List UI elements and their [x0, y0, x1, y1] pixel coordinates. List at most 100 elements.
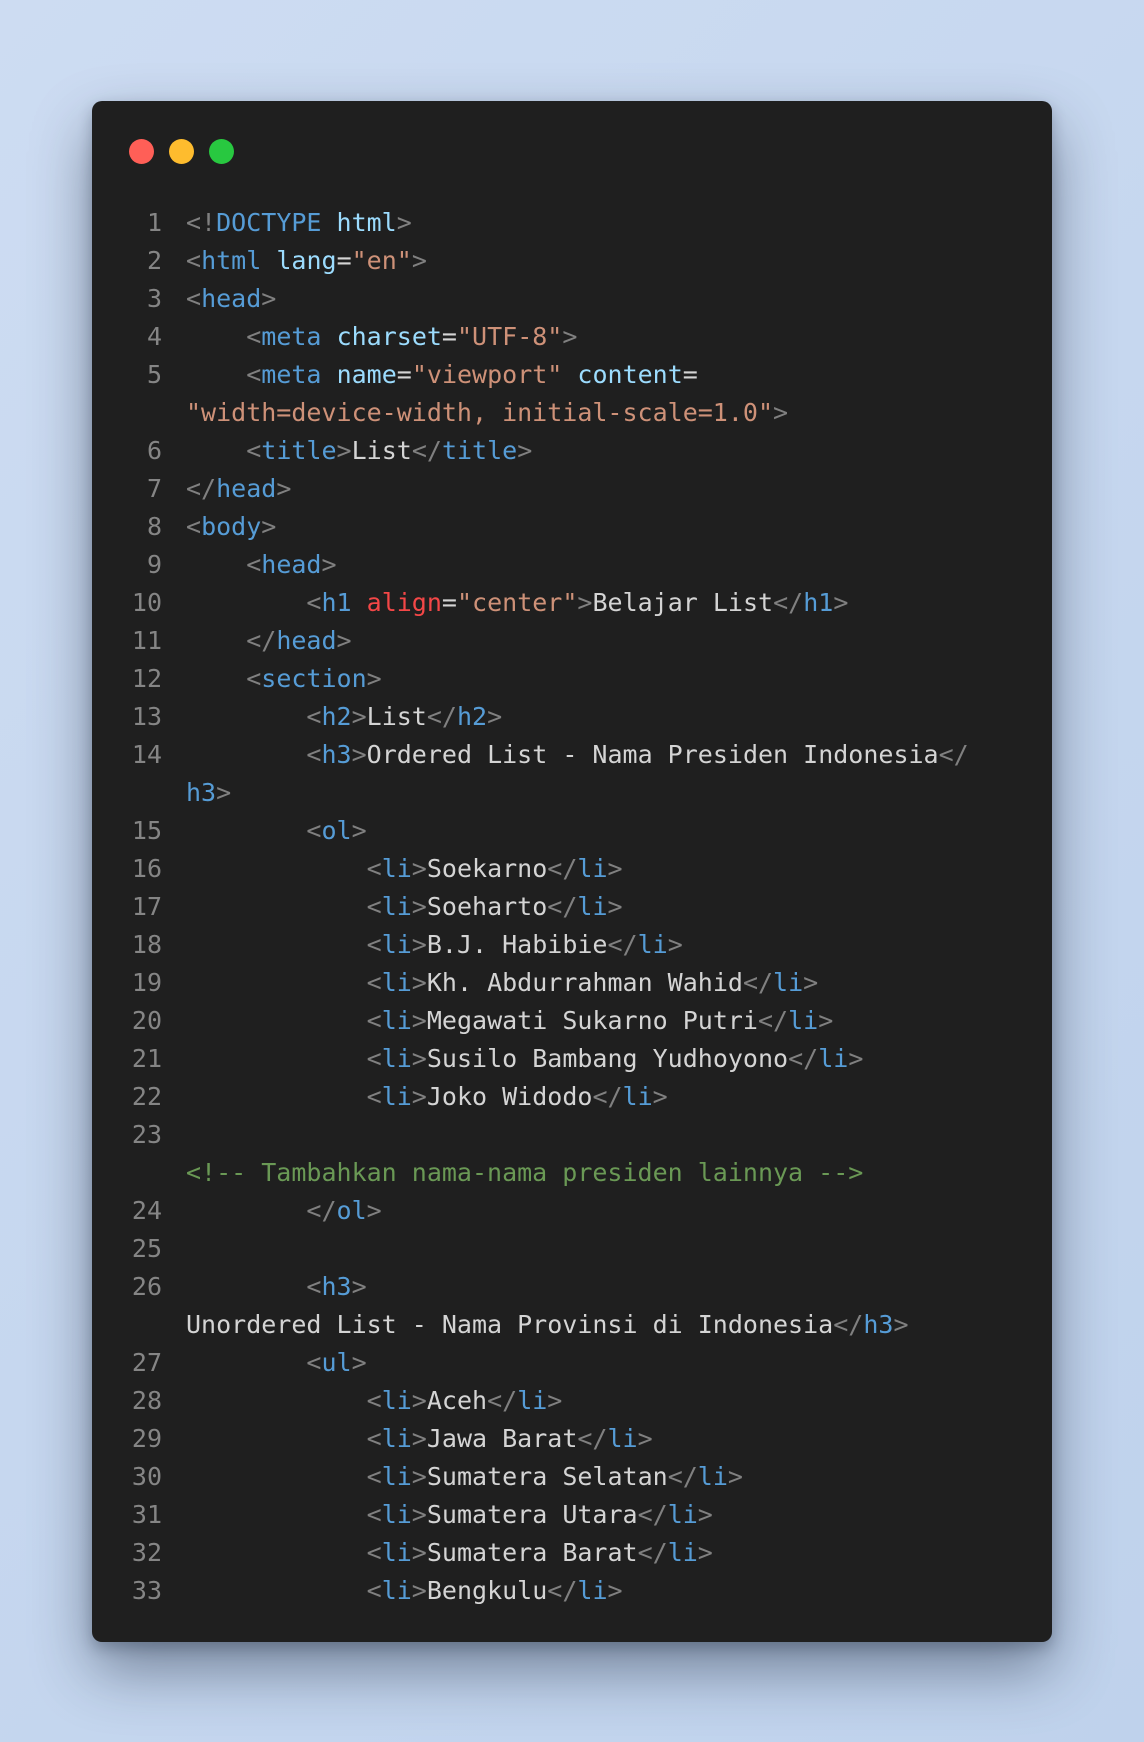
code-token: </	[426, 702, 457, 731]
code-token: Jawa Barat	[426, 1424, 578, 1453]
code-token: </	[607, 930, 638, 959]
code-token: li	[381, 1500, 412, 1529]
code-token: <	[306, 588, 322, 617]
line-number: 32	[131, 1538, 162, 1567]
code-token: h3	[186, 778, 217, 807]
code-token: li	[773, 968, 804, 997]
code-token: "center"	[456, 588, 578, 617]
code-token: List	[366, 702, 427, 731]
code-token: html	[336, 208, 397, 237]
code-token: <	[246, 550, 262, 579]
code-token: body	[201, 512, 262, 541]
code-token: >	[351, 816, 367, 845]
minimize-dot-icon[interactable]	[169, 139, 194, 164]
code-window: 1 <!DOCTYPE html> 2 <html lang="en"> 3 <head>…	[92, 101, 1052, 1642]
maximize-dot-icon[interactable]	[209, 139, 234, 164]
code-token: <	[306, 740, 322, 769]
code-line: 5 <meta name="viewport" content=	[92, 356, 1052, 394]
code-token: h2	[321, 702, 352, 731]
code-token: >	[411, 892, 427, 921]
code-token: h3	[863, 1310, 894, 1339]
code-token: >	[411, 1006, 427, 1035]
line-number	[92, 774, 162, 812]
code-token: li	[667, 1500, 698, 1529]
code-token: <	[246, 436, 262, 465]
code-line: h3>	[92, 774, 1052, 812]
code-line: 28 <li>Aceh</li>	[92, 1382, 1052, 1420]
code-line: 11 </head>	[92, 622, 1052, 660]
code-line: 1 <!DOCTYPE html>	[92, 204, 1052, 242]
line-text: <section>	[186, 660, 381, 698]
code-line: "width=device-width, initial-scale=1.0">	[92, 394, 1052, 432]
line-number: 8	[146, 512, 162, 541]
code-line: 21 <li>Susilo Bambang Yudhoyono</li>	[92, 1040, 1052, 1078]
code-token: li	[381, 1006, 412, 1035]
code-token: <	[306, 1272, 322, 1301]
line-number: 21	[131, 1044, 162, 1073]
code-token: >	[803, 968, 819, 997]
code-token: <!	[186, 208, 217, 237]
line-text: <li>B.J. Habibie</li>	[186, 926, 683, 964]
code-token: >	[411, 1576, 427, 1605]
line-text: "width=device-width, initial-scale=1.0">	[186, 394, 788, 432]
line-number: 11	[131, 626, 162, 655]
line-text: <h3>	[186, 1268, 366, 1306]
code-token: h3	[321, 740, 352, 769]
line-number	[92, 1306, 162, 1344]
code-token: >	[321, 550, 337, 579]
code-token: li	[818, 1044, 849, 1073]
close-dot-icon[interactable]	[129, 139, 154, 164]
code-line: 3 <head>	[92, 280, 1052, 318]
code-token: ul	[321, 1348, 352, 1377]
code-token: align	[366, 588, 442, 617]
code-token: <	[366, 1006, 382, 1035]
code-line: 20 <li>Megawati Sukarno Putri</li>	[92, 1002, 1052, 1040]
line-text: </ol>	[186, 1192, 382, 1230]
code-token: "UTF-8"	[456, 322, 563, 351]
code-line: 31 <li>Sumatera Utara</li>	[92, 1496, 1052, 1534]
code-token: <	[306, 702, 322, 731]
line-number: 2	[146, 246, 162, 275]
line-text: </head>	[186, 622, 351, 660]
code-token: head	[216, 474, 277, 503]
code-token: >	[396, 208, 412, 237]
code-token: Aceh	[426, 1386, 488, 1415]
code-token: >	[411, 1462, 427, 1491]
code-token: =	[396, 360, 412, 389]
code-token: >	[261, 512, 277, 541]
code-token: li	[577, 854, 608, 883]
code-token: li	[788, 1006, 819, 1035]
line-number: 9	[146, 550, 162, 579]
line-text: <li>Megawati Sukarno Putri</li>	[186, 1002, 834, 1040]
code-line: 2 <html lang="en">	[92, 242, 1052, 280]
code-token: >	[366, 1196, 382, 1225]
line-number: 1	[146, 208, 162, 237]
code-token: >	[411, 1044, 427, 1073]
line-text: <meta name="viewport" content=	[186, 356, 698, 394]
code-token: h2	[456, 702, 488, 731]
code-line: 18 <li>B.J. Habibie</li>	[92, 926, 1052, 964]
code-token: Unordered List - Nama Provinsi di Indone…	[186, 1310, 834, 1339]
code-token: </	[667, 1462, 698, 1491]
line-text: <ol>	[186, 812, 367, 850]
line-text: <li>Sumatera Selatan</li>	[186, 1458, 743, 1496]
code-token: </	[773, 588, 804, 617]
code-line: 10 <h1 align="center">Belajar List</h1>	[92, 584, 1052, 622]
code-line: 9 <head>	[92, 546, 1052, 584]
code-token: </	[306, 1196, 337, 1225]
line-text: <li>Bengkulu</li>	[186, 1572, 623, 1610]
code-line: 30 <li>Sumatera Selatan</li>	[92, 1458, 1052, 1496]
code-token: =	[336, 246, 352, 275]
